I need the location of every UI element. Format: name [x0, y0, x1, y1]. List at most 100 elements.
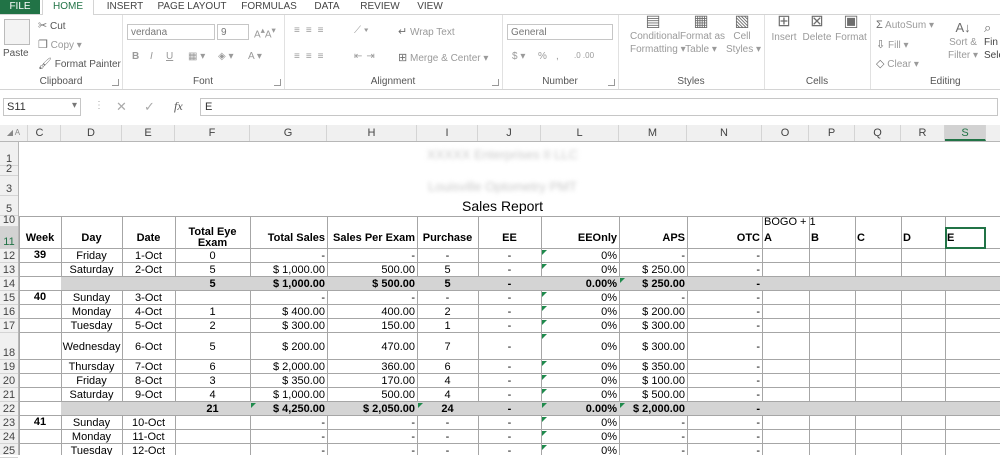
cell-sales[interactable]: $ 1,000.00 [250, 277, 327, 291]
cell-aps[interactable]: - [619, 444, 687, 455]
row-header-15[interactable]: 15 [0, 291, 18, 305]
bogo-header-cell[interactable]: BOGO + 1 [762, 216, 986, 228]
cell-day[interactable]: Monday [61, 430, 122, 444]
cell-date[interactable]: 3-Oct [122, 291, 175, 305]
cell-exams[interactable]: 5 [175, 263, 250, 277]
row-header-16[interactable]: 16 [0, 305, 18, 319]
cell-sales[interactable]: $ 350.00 [250, 374, 327, 388]
cell-purchase[interactable]: - [417, 444, 478, 455]
column-header-c[interactable]: C [19, 125, 61, 141]
cell-spe[interactable]: 170.00 [327, 374, 417, 388]
cell-otc[interactable]: - [687, 430, 762, 444]
row-header-23[interactable]: 23 [0, 416, 18, 430]
cell-week[interactable] [19, 263, 61, 277]
insert-function-icon[interactable]: fx [174, 99, 183, 114]
cell-aps[interactable]: $ 100.00 [619, 374, 687, 388]
column-header-r[interactable]: R [901, 125, 945, 141]
cell-ee[interactable]: - [478, 263, 541, 277]
cell-spe[interactable]: $ 2,050.00 [327, 402, 417, 416]
column-title-b[interactable]: B [809, 227, 855, 249]
row-header-5[interactable]: 5 [0, 196, 18, 216]
cell-aps[interactable]: - [619, 249, 687, 263]
cell-day[interactable]: Saturday [61, 388, 122, 402]
cell-purchase[interactable]: - [417, 416, 478, 430]
tab-insert[interactable]: INSERT [100, 0, 150, 14]
font-name-select[interactable]: verdana [127, 24, 215, 40]
row-header-25[interactable]: 25 [0, 444, 18, 458]
vertical-align-icons[interactable]: ≡≡≡ [294, 25, 330, 36]
cell-aps[interactable]: - [619, 291, 687, 305]
tab-file[interactable]: FILE [0, 0, 40, 14]
font-color-icon[interactable]: A ▾ [248, 51, 262, 62]
clipboard-launcher-icon[interactable] [112, 79, 119, 86]
cell-exams[interactable]: 6 [175, 360, 250, 374]
row-header-10[interactable]: 10 [0, 214, 18, 227]
column-title-d[interactable]: D [901, 227, 945, 249]
number-format-select[interactable]: General [507, 24, 613, 40]
name-box-dropdown-icon[interactable]: ▾ [72, 100, 77, 111]
cell-day[interactable]: Monday [61, 305, 122, 319]
cell-week[interactable] [19, 333, 61, 360]
cell-otc[interactable]: - [687, 444, 762, 455]
merge-center-button[interactable]: ⊞ Merge & Center ▾ [398, 51, 488, 64]
alignment-launcher-icon[interactable] [492, 79, 499, 86]
cell-aps[interactable]: $ 250.00 [619, 263, 687, 277]
cell-sales[interactable]: - [250, 416, 327, 430]
cell-date[interactable]: 6-Oct [122, 333, 175, 360]
cell-otc[interactable]: - [687, 416, 762, 430]
error-indicator-icon[interactable] [542, 417, 547, 422]
comma-icon[interactable]: , [556, 51, 559, 62]
cell-date[interactable]: 5-Oct [122, 319, 175, 333]
cell-purchase[interactable]: - [417, 291, 478, 305]
tab-view[interactable]: VIEW [410, 0, 450, 14]
column-title-e[interactable]: E [945, 227, 986, 249]
column-header-o[interactable]: O [762, 125, 809, 141]
cell-spe[interactable]: 500.00 [327, 263, 417, 277]
cell-week[interactable] [19, 305, 61, 319]
cell-exams[interactable]: 1 [175, 305, 250, 319]
error-indicator-icon[interactable] [542, 292, 547, 297]
cell-day[interactable]: Tuesday [61, 319, 122, 333]
cell-day[interactable]: Sunday [61, 291, 122, 305]
format-cells-button[interactable]: ▣ Format [834, 14, 868, 45]
cell-spe[interactable]: - [327, 291, 417, 305]
cell-purchase[interactable]: 1 [417, 319, 478, 333]
error-indicator-icon[interactable] [542, 264, 547, 269]
cell-ee[interactable]: - [478, 374, 541, 388]
fill-color-icon[interactable]: ◈ ▾ [218, 51, 234, 62]
cell-date[interactable]: 12-Oct [122, 444, 175, 455]
cell-ee[interactable]: - [478, 430, 541, 444]
cell-purchase[interactable]: 4 [417, 374, 478, 388]
cell-otc[interactable]: - [687, 388, 762, 402]
cell-exams[interactable]: 5 [175, 333, 250, 360]
font-grow-icon[interactable]: A▴A▾ [254, 25, 276, 40]
error-indicator-icon[interactable] [542, 361, 547, 366]
cell-sales[interactable]: $ 1,000.00 [250, 388, 327, 402]
cell-ee[interactable]: - [478, 305, 541, 319]
cell-purchase[interactable]: - [417, 249, 478, 263]
column-title-otc[interactable]: OTC [687, 227, 762, 249]
insert-cells-button[interactable]: ⊞ Insert [768, 14, 800, 45]
cell-sales[interactable]: $ 1,000.00 [250, 263, 327, 277]
orientation-icon[interactable]: ⟋ ▾ [354, 25, 369, 36]
cell-week[interactable]: 39 [19, 249, 61, 263]
row-header-19[interactable]: 19 [0, 360, 18, 374]
cell-date[interactable]: 1-Oct [122, 249, 175, 263]
cell-otc[interactable]: - [687, 360, 762, 374]
cut-button[interactable]: ✂ Cut [38, 19, 66, 32]
column-title-a[interactable]: A [762, 227, 809, 249]
cell-day[interactable]: Friday [61, 374, 122, 388]
tab-page-layout[interactable]: PAGE LAYOUT [150, 0, 234, 14]
cell-sales[interactable]: $ 2,000.00 [250, 360, 327, 374]
column-header-d[interactable]: D [61, 125, 122, 141]
cell-otc[interactable]: - [687, 305, 762, 319]
paste-icon[interactable] [4, 19, 30, 45]
cell-eeonly[interactable]: 0% [541, 430, 619, 444]
cell-aps[interactable]: $ 300.00 [619, 333, 687, 360]
column-title-total-sales[interactable]: Total Sales [250, 227, 327, 249]
error-indicator-icon[interactable] [418, 403, 423, 408]
indent-icons[interactable]: ⇤⇥ [354, 51, 379, 62]
cell-purchase[interactable]: 6 [417, 360, 478, 374]
cell-exams[interactable] [175, 444, 250, 455]
error-indicator-icon[interactable] [542, 431, 547, 436]
